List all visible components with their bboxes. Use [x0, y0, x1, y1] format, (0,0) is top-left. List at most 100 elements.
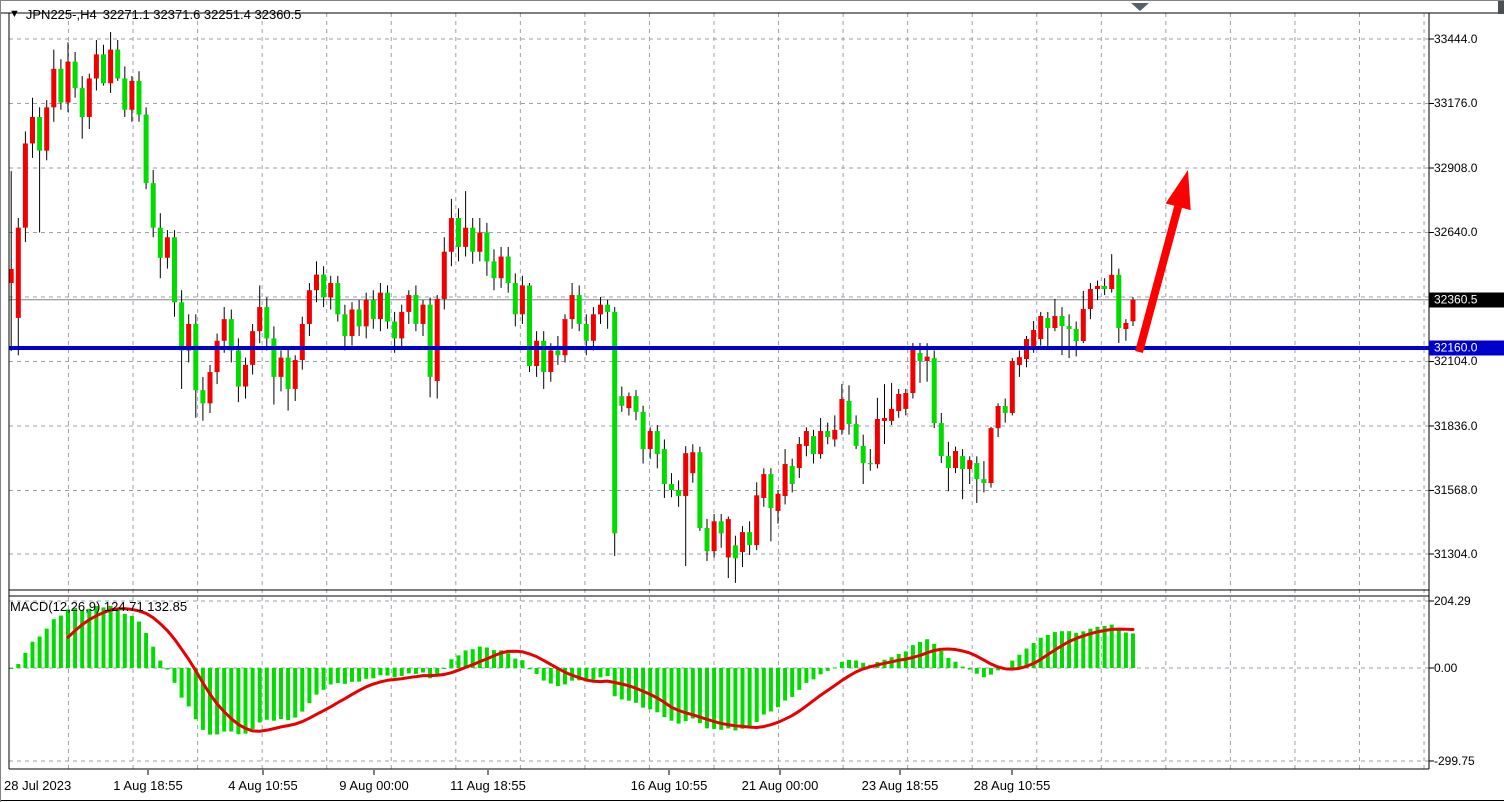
- symbol-dropdown-triangle-icon[interactable]: ▼: [9, 9, 20, 20]
- macd-histogram-bar: [741, 668, 745, 729]
- bear-candle: [470, 228, 475, 252]
- bull-candle: [598, 305, 603, 315]
- bear-candle: [932, 358, 937, 423]
- macd-histogram-bar: [414, 668, 418, 674]
- macd-histogram-bar: [258, 668, 262, 723]
- macd-histogram-bar: [833, 667, 837, 668]
- macd-histogram-bar: [847, 660, 851, 668]
- time-axis-label: 4 Aug 10:55: [228, 778, 297, 793]
- bear-candle: [555, 350, 560, 355]
- macd-histogram-bar: [1039, 638, 1043, 668]
- macd-histogram-bar: [755, 668, 759, 722]
- bull-candle: [442, 252, 447, 299]
- macd-histogram-bar: [201, 668, 205, 730]
- bull-candle: [293, 360, 298, 389]
- macd-histogram-bar: [535, 668, 539, 674]
- bull-candle: [903, 393, 908, 409]
- bull-candle: [754, 495, 759, 545]
- macd-histogram-bar: [102, 607, 106, 668]
- bear-candle: [513, 283, 518, 314]
- bull-candle: [626, 396, 631, 408]
- macd-histogram-bar: [151, 647, 155, 668]
- bear-candle: [527, 285, 532, 366]
- macd-histogram-bar: [173, 668, 177, 683]
- macd-histogram-bar: [208, 668, 212, 735]
- macd-histogram-bar: [407, 668, 411, 673]
- price-axis-label: 33444.0: [1434, 32, 1477, 46]
- bull-candle: [463, 228, 468, 247]
- bull-candle: [989, 428, 994, 483]
- price-axis-label: 32104.0: [1434, 354, 1477, 368]
- macd-histogram-bar: [854, 661, 858, 668]
- bear-candle: [236, 350, 241, 386]
- macd-histogram-bar: [400, 668, 404, 676]
- bear-candle: [747, 532, 752, 545]
- trend-arrow-annotation[interactable]: [1139, 170, 1191, 352]
- macd-histogram-bar: [336, 668, 340, 683]
- macd-histogram-bar: [52, 619, 56, 668]
- macd-histogram-bar: [776, 668, 780, 707]
- bull-candle: [925, 357, 930, 361]
- bull-candle: [399, 312, 404, 338]
- bear-candle: [428, 305, 433, 377]
- macd-histogram-bar: [528, 668, 532, 669]
- macd-histogram-bar: [641, 668, 645, 708]
- bear-candle: [158, 228, 163, 258]
- macd-histogram-bar: [812, 668, 816, 679]
- price-axis-label: 31304.0: [1434, 547, 1477, 561]
- bear-candle: [847, 401, 852, 424]
- bear-candle: [413, 295, 418, 324]
- macd-histogram-bar: [819, 668, 823, 674]
- macd-histogram-bar: [670, 668, 674, 721]
- bull-candle: [300, 324, 305, 360]
- bull-candle: [648, 431, 653, 449]
- macd-histogram-bar: [144, 633, 148, 668]
- bull-candle: [520, 285, 525, 314]
- macd-histogram-bar: [939, 651, 943, 668]
- macd-axis-label: 0.00: [1434, 661, 1457, 675]
- bear-candle: [193, 324, 198, 390]
- macd-histogram-bar: [1131, 633, 1135, 668]
- bear-candle: [271, 338, 276, 377]
- macd-histogram-bar: [733, 668, 737, 730]
- bear-candle: [662, 449, 667, 484]
- bull-candle: [208, 372, 213, 403]
- bear-candle: [1074, 329, 1079, 341]
- macd-histogram-bar: [307, 668, 311, 703]
- bull-candle: [364, 300, 369, 326]
- macd-histogram-bar: [968, 668, 972, 670]
- chart-canvas[interactable]: [1, 1, 1504, 802]
- bull-candle: [222, 319, 227, 341]
- macd-histogram-bar: [961, 667, 965, 668]
- bull-candle: [406, 295, 411, 312]
- macd-histogram-bar: [1046, 635, 1050, 668]
- bear-candle: [1003, 406, 1008, 413]
- bear-candle: [584, 324, 589, 341]
- macd-histogram-bar: [634, 668, 638, 703]
- macd-histogram-bar: [1010, 661, 1014, 668]
- macd-histogram-bar: [371, 668, 375, 678]
- bear-candle: [612, 312, 617, 533]
- macd-histogram-bar: [797, 668, 801, 690]
- bear-candle: [697, 452, 702, 528]
- macd-histogram-bar: [23, 653, 27, 668]
- bull-candle: [378, 293, 383, 319]
- macd-histogram-bar: [769, 668, 773, 712]
- axis-ticks: [148, 39, 1434, 775]
- macd-histogram-bar: [606, 668, 610, 676]
- macd-histogram-bar: [1067, 631, 1071, 668]
- bear-candle: [506, 257, 511, 283]
- chart-scroll-triangle-icon[interactable]: [1131, 3, 1149, 11]
- bull-candle: [996, 406, 1001, 428]
- bull-candle: [30, 117, 35, 143]
- bear-candle: [868, 463, 873, 464]
- macd-histogram-bar: [364, 668, 368, 679]
- bear-candle: [1116, 275, 1121, 328]
- bear-candle: [229, 319, 234, 350]
- bull-candle: [1109, 275, 1114, 289]
- bear-candle: [101, 54, 106, 83]
- macd-histogram-bar: [1017, 655, 1021, 668]
- bear-candle: [137, 81, 142, 115]
- bear-candle: [577, 295, 582, 324]
- macd-histogram-bar: [343, 668, 347, 684]
